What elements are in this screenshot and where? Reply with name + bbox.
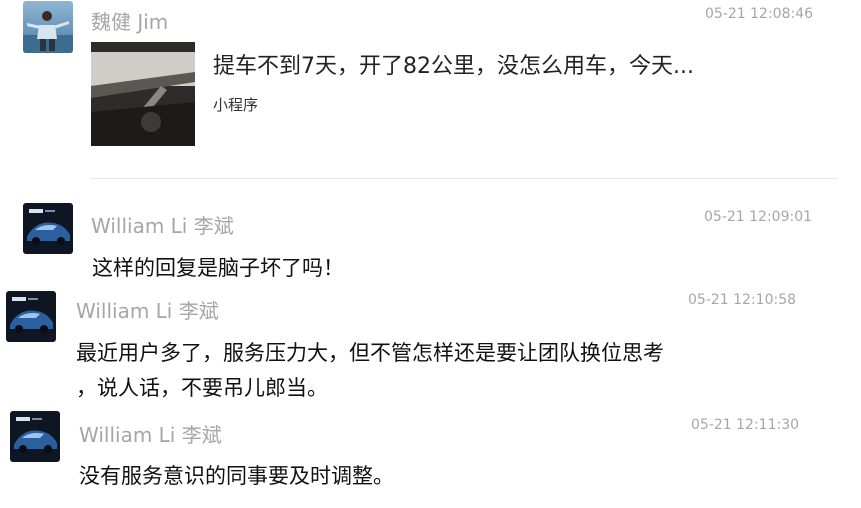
sender-name[interactable]: 魏健 Jim (91, 6, 168, 35)
message-time: 05-21 12:10:58 (688, 292, 797, 308)
avatar[interactable] (6, 291, 56, 342)
message-text: 没有服务意识的同事要及时调整。 (79, 464, 394, 488)
message-time: 05-21 12:11:30 (691, 417, 800, 433)
divider (90, 178, 838, 179)
sender-name[interactable]: William Li 李斌 (79, 419, 222, 448)
nio-car-avatar-icon (23, 203, 73, 254)
nio-car-avatar-icon (10, 411, 60, 462)
message-text: 这样的回复是脑子坏了吗！ (92, 256, 344, 280)
sender-name[interactable]: William Li 李斌 (91, 210, 234, 239)
avatar[interactable] (23, 203, 73, 254)
message-time: 05-21 12:08:46 (705, 6, 814, 22)
message-text-line: 最近用户多了，服务压力大，但不管怎样还是要让团队换位思考 (76, 341, 664, 365)
message-time: 05-21 12:09:01 (704, 209, 813, 225)
sender-name[interactable]: William Li 李斌 (76, 295, 219, 324)
nio-car-avatar-icon (6, 291, 56, 342)
message-text-line: ，说人话，不要吊儿郎当。 (76, 376, 328, 400)
person-photo-avatar-icon (23, 1, 73, 53)
avatar[interactable] (10, 411, 60, 462)
mini-program-card[interactable]: 提车不到7天，开了82公里，没怎么用车，今天... 小程序 (86, 36, 826, 154)
mini-program-label: 小程序 (213, 96, 259, 114)
avatar[interactable] (23, 1, 73, 53)
mini-program-title[interactable]: 提车不到7天，开了82公里，没怎么用车，今天... (213, 48, 694, 80)
car-interior-photo-icon (91, 42, 195, 146)
